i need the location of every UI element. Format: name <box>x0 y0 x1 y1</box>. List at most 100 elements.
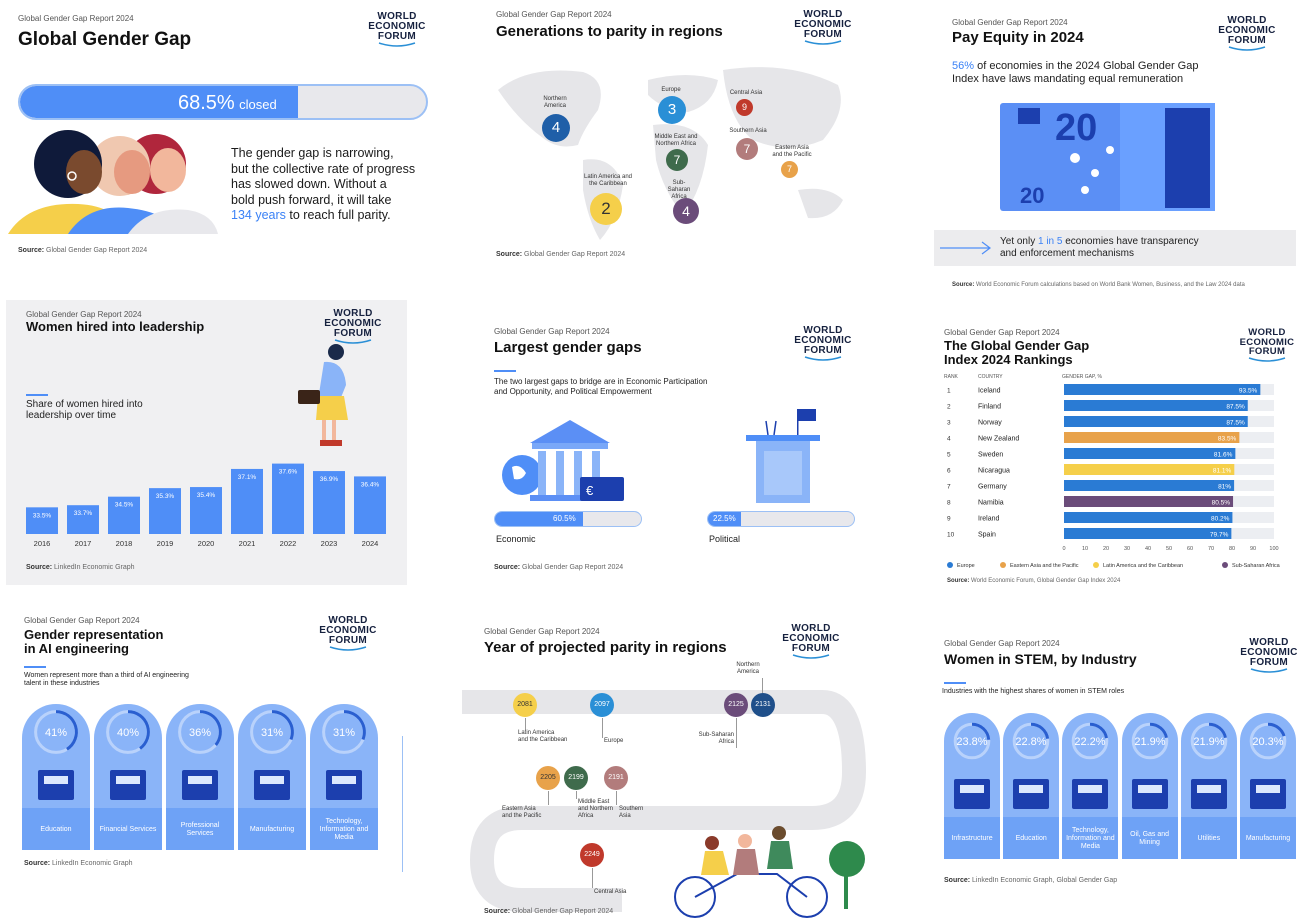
stop-label-line: Northern <box>736 662 760 668</box>
banknote-value-small: 20 <box>1020 183 1044 208</box>
industry-icon <box>110 770 146 800</box>
desc-accent <box>494 370 516 372</box>
bar-value-label: 81% <box>1218 484 1231 491</box>
logo-line: FORUM <box>803 345 843 356</box>
bar-value-label: 37.6% <box>279 469 298 476</box>
card-label: Infrastructure <box>951 835 993 842</box>
stop-label: Eastern Asia and the Pacific <box>502 806 541 820</box>
wef-logo: WORLD ECONOMIC FORUM <box>776 624 846 660</box>
stop-label-line: Africa <box>718 739 734 745</box>
year-bubble: 2199 <box>564 766 588 790</box>
x-tick-label: 2019 <box>157 539 174 548</box>
logo-line: FORUM <box>377 31 417 42</box>
source-text: Global Gender Gap Report 2024 <box>522 564 624 571</box>
card-value-label: 21.9% <box>1134 736 1165 748</box>
card-label: Manufacturing <box>1245 835 1291 842</box>
legend-swatch <box>1222 562 1228 568</box>
country-label: Spain <box>978 532 996 539</box>
card-label: Technology, Information and Media <box>319 818 369 841</box>
panel-title: Generations to parity in regions <box>496 23 723 40</box>
panel-gender-gap-rankings: Global Gender Gap Report 2024 The Global… <box>930 300 1312 595</box>
industry-card: 40% Financial Services <box>94 704 162 850</box>
stop-label-line: and the Pacific <box>502 813 542 819</box>
industry-icon-detail <box>188 776 212 784</box>
subtitle-line: leadership over time <box>26 410 117 421</box>
industry-icon <box>1072 779 1109 809</box>
card-value-label: 31% <box>333 727 355 739</box>
x-tick-label: 2021 <box>239 539 256 548</box>
bar-value-label: 87.5% <box>1226 404 1245 411</box>
logo-line: FORUM <box>333 328 373 339</box>
x-tick-label: 70 <box>1208 546 1214 552</box>
stop-connector <box>525 718 526 730</box>
body-line: has slowed down. Without a <box>231 177 387 191</box>
card-value-label: 36% <box>189 727 211 739</box>
year-value: 2191 <box>608 774 624 781</box>
source-text: Global Gender Gap Report 2024 <box>46 247 148 254</box>
country-label: Finland <box>978 404 1001 411</box>
stat-text: of economies in the 2024 Global Gender G… <box>977 60 1199 72</box>
progress-suffix: closed <box>239 97 277 112</box>
stop-label-line: Sub-Saharan <box>698 732 734 738</box>
region-bubble: 7 <box>781 161 798 178</box>
legend-label: Eastern Asia and the Pacific <box>1010 563 1079 569</box>
year-bubble: 2205 <box>536 766 560 790</box>
svg-text:€: € <box>586 483 594 498</box>
bar-value-label: 81.6% <box>1214 452 1233 459</box>
government-building-illustration: € <box>502 420 624 501</box>
eyebrow: Global Gender Gap Report 2024 <box>496 10 612 19</box>
industry-icon <box>326 770 362 800</box>
political-gap-bar: 22.5% <box>707 511 855 527</box>
region-bubble: 3 <box>658 96 686 124</box>
x-tick-label: 0 <box>1062 546 1065 552</box>
stop-label: Southern Asia <box>619 806 643 820</box>
eyebrow: Global Gender Gap Report 2024 <box>944 328 1060 337</box>
wef-logo: WORLD ECONOMIC FORUM <box>788 10 858 46</box>
logo-arc <box>804 356 842 361</box>
year-value: 2199 <box>568 774 584 781</box>
panel-title: Global Gender Gap <box>18 29 192 50</box>
body-line: bold push forward, it will take <box>231 192 392 207</box>
country-label: New Zealand <box>978 436 1019 443</box>
bar-value-label: 36.4% <box>361 481 380 488</box>
card-value-label: 22.8% <box>1016 736 1047 748</box>
panel-title: Year of projected parity in regions <box>484 639 727 656</box>
source-label: Source: <box>496 251 523 258</box>
x-tick-label: 2016 <box>34 539 51 548</box>
x-tick-label: 2022 <box>280 539 297 548</box>
source-label: Source: <box>494 564 521 571</box>
x-tick-label: 2023 <box>321 539 338 548</box>
title-line: Index 2024 Rankings <box>944 351 1073 367</box>
source-text: LinkedIn Economic Graph <box>52 860 133 867</box>
region-value: 7 <box>673 153 681 167</box>
desc-line: talent in these industries <box>24 680 100 687</box>
wef-logo: WORLD ECONOMIC FORUM <box>1212 16 1282 52</box>
banknote-value: 20 <box>1055 107 1097 149</box>
desc-accent <box>944 682 966 684</box>
industry-icon-detail <box>1256 785 1280 793</box>
year-value: 2205 <box>540 774 556 781</box>
stem-industry-cards: 23.8% Infrastructure 22.8% Education 22.2% Te… <box>944 713 1306 861</box>
eyebrow: Global Gender Gap Report 2024 <box>26 310 142 319</box>
bar <box>1064 480 1235 491</box>
logo-arc <box>1228 46 1266 51</box>
subtitle-accent <box>26 394 48 396</box>
legend-swatch <box>947 562 953 568</box>
transparency-note: Yet only 1 in 5 economies have transpare… <box>934 230 1296 266</box>
stop-label-line: Africa <box>578 813 594 819</box>
bar <box>1064 464 1235 475</box>
bar <box>1064 432 1240 443</box>
source-label: Source: <box>947 578 970 584</box>
card-label: Education <box>1015 835 1047 842</box>
bar-value-label: 34.5% <box>115 502 134 509</box>
stop-label-line: Latin America <box>518 730 555 736</box>
tandem-bicycle-illustration <box>674 826 865 918</box>
region-label: Europe <box>661 87 681 93</box>
industry-card: 41% Education <box>22 704 90 850</box>
rank-label: 8 <box>947 500 951 507</box>
note-highlight: 1 in 5 <box>1038 236 1063 247</box>
body-highlight: 134 years <box>231 208 286 222</box>
industry-card: 23.8% Infrastructure <box>944 713 1000 859</box>
eyebrow: Global Gender Gap Report 2024 <box>484 627 600 636</box>
industry-icon-detail <box>44 776 68 784</box>
